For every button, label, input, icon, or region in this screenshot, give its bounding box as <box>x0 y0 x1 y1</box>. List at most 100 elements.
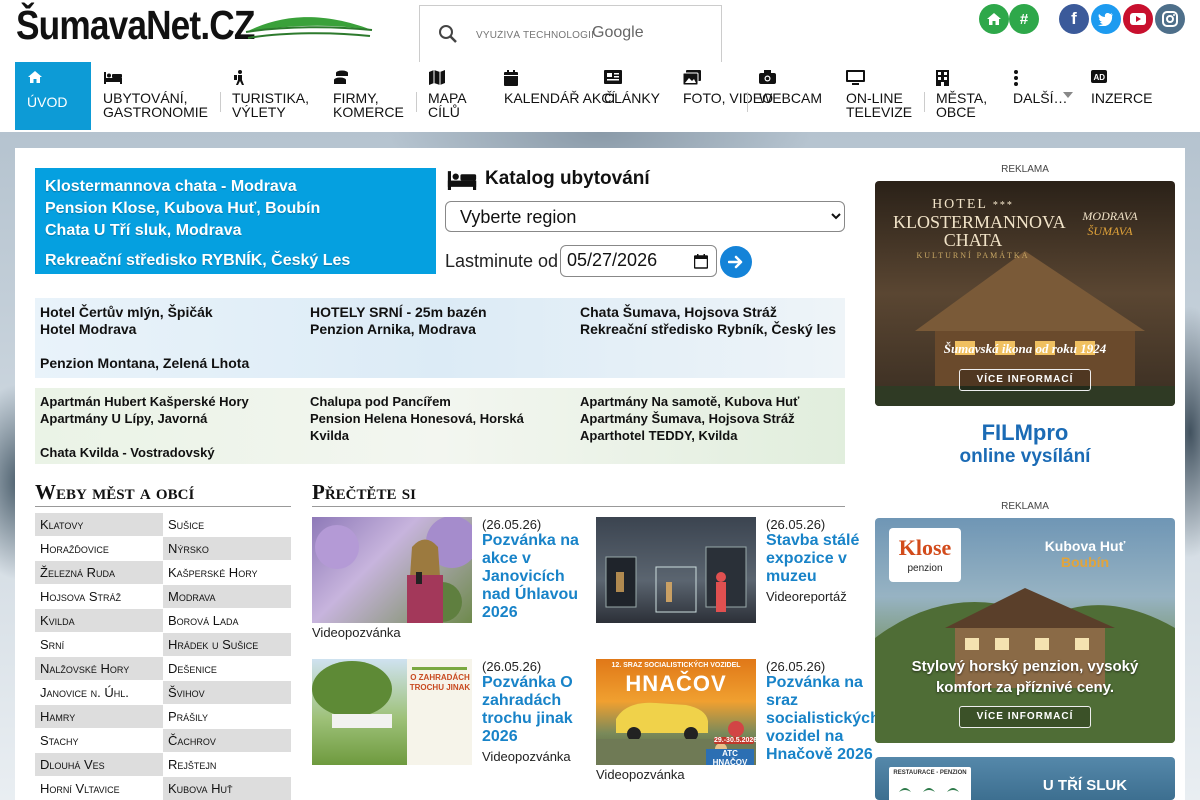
city-link[interactable]: Hrádek u Sušice <box>163 633 291 656</box>
ad-place2: Boubín <box>1060 554 1110 570</box>
city-link[interactable]: Nalžovské Hory <box>35 657 163 680</box>
apartment-link[interactable]: Apartmán Hubert Kašperské Hory <box>40 393 300 410</box>
city-link[interactable]: Dlouhá Ves <box>35 753 163 776</box>
nav-item-televize[interactable]: ON-LINE TELEVIZE <box>834 62 924 130</box>
city-link[interactable]: Hojsova Stráž <box>35 585 163 608</box>
nav-item-kalendar[interactable]: KALENDÁŘ AKCÍ <box>492 62 615 130</box>
apartment-link[interactable]: Chalupa pod Pancířem <box>310 393 560 410</box>
ad-label: REKLAMA <box>1001 501 1049 512</box>
promo-link-3[interactable]: Chata U Tří sluk, Modrava <box>45 220 426 242</box>
promo-link-1[interactable]: Klostermannova chata - Modrava <box>45 176 426 198</box>
city-link[interactable]: Hamry <box>35 705 163 728</box>
hotel-link[interactable]: Hotel Modrava <box>40 321 300 338</box>
city-link[interactable]: Železná Ruda <box>35 561 163 584</box>
article-title-link[interactable]: Stavba stálé expozice v muzeu <box>766 532 876 586</box>
article-thumbnail[interactable] <box>312 517 472 623</box>
google-search-box[interactable]: Google <box>419 5 722 63</box>
city-link[interactable]: Švihov <box>163 681 291 704</box>
hotel-link[interactable]: Chata Šumava, Hojsova Stráž <box>580 304 840 321</box>
twitter-button[interactable] <box>1091 4 1121 34</box>
city-link[interactable]: Kašperské Hory <box>163 561 291 584</box>
nav-item-firmy[interactable]: FIRMY, KOMERCE <box>321 62 416 130</box>
city-link[interactable]: Kubova Huť <box>163 777 291 800</box>
search-go-button[interactable] <box>720 246 752 278</box>
nav-item-turistika[interactable]: TURISTIKA, VÝLETY <box>220 62 321 130</box>
article-thumbnail[interactable]: 12. SRAZ SOCIALISTICKÝCH VOZIDEL HNAČOV … <box>596 659 756 765</box>
calendar-icon[interactable] <box>694 254 708 269</box>
home-circle-button[interactable] <box>979 4 1009 34</box>
search-input[interactable] <box>476 26 696 44</box>
article-image-museum <box>605 546 747 613</box>
city-link[interactable]: Kvilda <box>35 609 163 632</box>
camera-icon <box>759 70 776 84</box>
hotel-link[interactable]: Hotel Čertův mlýn, Špičák <box>40 304 300 321</box>
city-link[interactable]: Horažďovice <box>35 537 163 560</box>
nav-item-foto-video[interactable]: FOTO, VIDEO <box>671 62 773 130</box>
city-link[interactable]: Borová Lada <box>163 609 291 632</box>
ad-klose[interactable]: Klose penzion Kubova Huť Boubín Stylový … <box>875 518 1175 743</box>
nav-item-inzerce[interactable]: Ad INZERCE <box>1079 62 1169 130</box>
article-title-link[interactable]: Pozvánka na sraz socialistických vozidel… <box>766 674 881 764</box>
youtube-icon <box>1130 13 1146 25</box>
youtube-button[interactable] <box>1123 4 1153 34</box>
apartment-link[interactable]: Chata Kvilda - Vostradovský <box>40 444 300 461</box>
article-title-link[interactable]: Pozvánka O zahradách trochu jinak 2026 <box>482 674 582 746</box>
hashtag-button[interactable]: # <box>1009 4 1039 34</box>
lastminute-label: Lastminute od <box>445 251 559 271</box>
hotel-link[interactable]: HOTELY SRNÍ - 25m bazén <box>310 304 570 321</box>
hashtag-label: # <box>1019 10 1029 28</box>
nav-item-uvod[interactable]: ÚVOD <box>15 62 91 130</box>
ad-slogan: Šumavská ikona od roku 1924 <box>943 341 1107 356</box>
filmpro-banner[interactable]: FILMpro online vysílání <box>939 420 1111 476</box>
ad-more-info-button[interactable]: VÍCE INFORMACÍ <box>959 369 1091 391</box>
twitter-icon <box>1098 13 1113 26</box>
article-date: (26.05.26) <box>482 659 542 674</box>
ad-place: Kubova Huť <box>1044 538 1126 554</box>
city-link[interactable]: Janovice n. Úhl. <box>35 681 163 704</box>
logo-hill-icon <box>245 17 373 39</box>
region-select[interactable]: Vyberte region <box>445 201 845 232</box>
apartment-link[interactable]: Aparthotel TEDDY, Kvilda <box>580 427 840 444</box>
nav-label: UBYTOVÁNÍ, GASTRONOMIE <box>103 90 209 120</box>
nav-item-clanky[interactable]: ČLÁNKY <box>592 62 672 130</box>
nav-item-mesta[interactable]: MĚSTA, OBCE <box>924 62 1000 130</box>
hotel-link[interactable]: Penzion Montana, Zelená Lhota <box>40 355 300 372</box>
ad-klostermannova[interactable]: HOTEL *** KLOSTERMANNOVA CHATA KULTURNÍ … <box>875 181 1175 406</box>
apartment-link[interactable]: Apartmány Na samotě, Kubova Huť <box>580 393 840 410</box>
promo-link-2[interactable]: Pension Klose, Kubova Huť, Boubín <box>45 198 426 220</box>
city-link[interactable]: Stachy <box>35 729 163 752</box>
apartment-link[interactable]: Apartmány Šumava, Hojsova Stráž <box>580 410 840 427</box>
nav-item-dalsi[interactable]: DALŠÍ… <box>1001 62 1079 130</box>
city-link[interactable]: Srní <box>35 633 163 656</box>
city-link[interactable]: Dešenice <box>163 657 291 680</box>
nav-item-mapa[interactable]: MAPA CÍLŮ <box>416 62 492 130</box>
article-date: (26.05.26) <box>482 517 542 532</box>
hotel-link[interactable]: Penzion Arnika, Modrava <box>310 321 570 338</box>
city-link[interactable]: Čachrov <box>163 729 291 752</box>
city-link[interactable]: Rejštejn <box>163 753 291 776</box>
instagram-button[interactable] <box>1155 4 1185 34</box>
city-link[interactable]: Klatovy <box>35 513 163 536</box>
apartment-link[interactable]: Pension Helena Honesová, Horská Kvilda <box>310 410 560 444</box>
site-logo[interactable]: ŠumavaNet.CZ <box>16 2 255 49</box>
ad-u-tri-sluk[interactable]: RESTAURACE - PENZION U TŘÍ SLUK <box>875 757 1175 800</box>
ad-more-info-button[interactable]: VÍCE INFORMACÍ <box>959 706 1091 728</box>
hotel-link[interactable]: Rekreační středisko Rybník, Český les <box>580 321 840 338</box>
facebook-icon: f <box>1071 9 1077 28</box>
city-link[interactable]: Modrava <box>163 585 291 608</box>
nav-label: MĚSTA, OBCE <box>936 90 988 120</box>
city-link[interactable]: Nýrsko <box>163 537 291 560</box>
article-thumbnail[interactable] <box>596 517 756 623</box>
search-icon[interactable] <box>438 24 458 44</box>
nav-item-ubytovani[interactable]: UBYTOVÁNÍ, GASTRONOMIE <box>91 62 220 130</box>
facebook-button[interactable]: f <box>1059 4 1089 34</box>
city-link[interactable]: Prášily <box>163 705 291 728</box>
city-link[interactable]: Sušice <box>163 513 291 536</box>
apartment-link[interactable]: Apartmány U Lípy, Javorná <box>40 410 300 427</box>
lastminute-date-input[interactable]: 05/27/2026 <box>560 245 717 277</box>
nav-item-webcam[interactable]: WEBCAM <box>747 62 834 130</box>
article-title-link[interactable]: Pozvánka na akce v Janovicích nad Úhlavo… <box>482 532 582 622</box>
article-thumbnail[interactable]: O ZAHRADÁCH TROCHU JINAK <box>312 659 472 765</box>
city-link[interactable]: Horní Vltavice <box>35 777 163 800</box>
promo-link-4[interactable]: Rekreační středisko RYBNÍK, Český Les <box>45 250 426 272</box>
